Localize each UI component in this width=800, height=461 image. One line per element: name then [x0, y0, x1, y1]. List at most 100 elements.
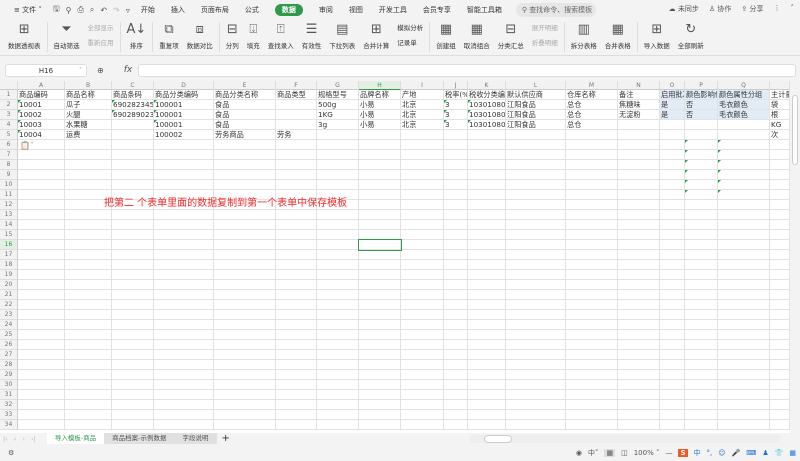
cell[interactable] [112, 410, 154, 420]
cell[interactable] [566, 180, 618, 190]
cell[interactable] [359, 260, 401, 270]
cell[interactable]: 北京 [401, 120, 444, 130]
cell[interactable] [468, 300, 506, 310]
cell[interactable]: 默认供应商 [506, 90, 566, 100]
cell[interactable] [718, 150, 770, 160]
cell[interactable] [468, 310, 506, 320]
cell[interactable] [154, 340, 214, 350]
cell[interactable] [566, 330, 618, 340]
cell[interactable] [65, 330, 112, 340]
apps-icon[interactable]: ▦ [789, 449, 796, 457]
cell[interactable] [618, 230, 660, 240]
user-icon[interactable]: ♟ [762, 449, 768, 457]
cell[interactable] [401, 160, 444, 170]
cell[interactable] [770, 210, 790, 220]
row-header[interactable]: 28 [0, 360, 18, 370]
cell[interactable] [359, 340, 401, 350]
cell[interactable] [718, 390, 770, 400]
cell[interactable] [718, 320, 770, 330]
cell[interactable] [660, 180, 685, 190]
cell[interactable] [685, 140, 718, 150]
cell[interactable] [770, 330, 790, 340]
cell[interactable] [154, 370, 214, 380]
cell[interactable] [660, 260, 685, 270]
cell[interactable] [317, 350, 359, 360]
cell[interactable] [154, 300, 214, 310]
cell[interactable] [618, 200, 660, 210]
cell[interactable] [18, 370, 65, 380]
cell[interactable] [685, 170, 718, 180]
menu-tab[interactable]: 视图 [349, 6, 363, 14]
cell[interactable] [660, 150, 685, 160]
cell[interactable] [770, 300, 790, 310]
cell[interactable] [65, 340, 112, 350]
cell[interactable] [317, 220, 359, 230]
cell[interactable] [468, 370, 506, 380]
cell[interactable]: 水果糖 [65, 120, 112, 130]
cell[interactable] [112, 210, 154, 220]
column-header[interactable]: M [566, 81, 618, 90]
cell[interactable] [112, 140, 154, 150]
column-header[interactable]: H [359, 81, 401, 90]
cell[interactable] [154, 150, 214, 160]
cell[interactable] [112, 420, 154, 430]
cell[interactable] [65, 300, 112, 310]
cell[interactable] [154, 290, 214, 300]
mic-icon[interactable]: 🎤 [732, 449, 741, 457]
cell[interactable] [566, 160, 618, 170]
cell[interactable] [444, 280, 468, 290]
cell[interactable]: 小易 [359, 120, 401, 130]
cell[interactable] [276, 100, 317, 110]
cell[interactable] [660, 320, 685, 330]
cell[interactable] [566, 270, 618, 280]
pivot-table-button[interactable]: ⊞ 数据透视表 [8, 20, 41, 50]
row-header[interactable]: 8 [0, 160, 18, 170]
cell[interactable] [770, 150, 790, 160]
cell[interactable] [618, 210, 660, 220]
cell[interactable] [770, 270, 790, 280]
cell[interactable] [317, 330, 359, 340]
cell[interactable] [154, 210, 214, 220]
cell[interactable] [18, 210, 65, 220]
cell[interactable]: 10003 [18, 120, 65, 130]
cell[interactable]: 江阳食品 [506, 110, 566, 120]
cell[interactable] [18, 360, 65, 370]
cell[interactable] [618, 280, 660, 290]
selected-cell[interactable] [358, 239, 402, 251]
cell[interactable] [506, 180, 566, 190]
cell[interactable] [444, 330, 468, 340]
cell[interactable] [214, 250, 276, 260]
cell[interactable] [214, 220, 276, 230]
row-header[interactable]: 16 [0, 240, 18, 250]
row-header[interactable]: 20 [0, 280, 18, 290]
cell[interactable] [276, 400, 317, 410]
cell[interactable] [18, 310, 65, 320]
cell[interactable] [65, 270, 112, 280]
cell[interactable] [401, 300, 444, 310]
cell[interactable] [468, 260, 506, 270]
cell[interactable] [685, 380, 718, 390]
cell[interactable] [506, 370, 566, 380]
cell[interactable] [718, 140, 770, 150]
cell[interactable] [276, 240, 317, 250]
cell[interactable] [618, 270, 660, 280]
cell[interactable] [214, 310, 276, 320]
cell[interactable] [506, 290, 566, 300]
cell[interactable] [566, 410, 618, 420]
cell[interactable] [468, 330, 506, 340]
row-header[interactable]: 21 [0, 290, 18, 300]
cell[interactable] [660, 390, 685, 400]
cell[interactable] [468, 230, 506, 240]
cell[interactable] [214, 170, 276, 180]
cell[interactable] [359, 150, 401, 160]
cell[interactable] [18, 180, 65, 190]
cell[interactable] [112, 300, 154, 310]
cell[interactable] [276, 300, 317, 310]
cell[interactable] [468, 340, 506, 350]
cell[interactable] [401, 410, 444, 420]
cell[interactable] [685, 290, 718, 300]
row-header[interactable]: 34 [0, 420, 18, 430]
cell[interactable] [685, 210, 718, 220]
cell[interactable] [506, 160, 566, 170]
cell[interactable] [618, 140, 660, 150]
